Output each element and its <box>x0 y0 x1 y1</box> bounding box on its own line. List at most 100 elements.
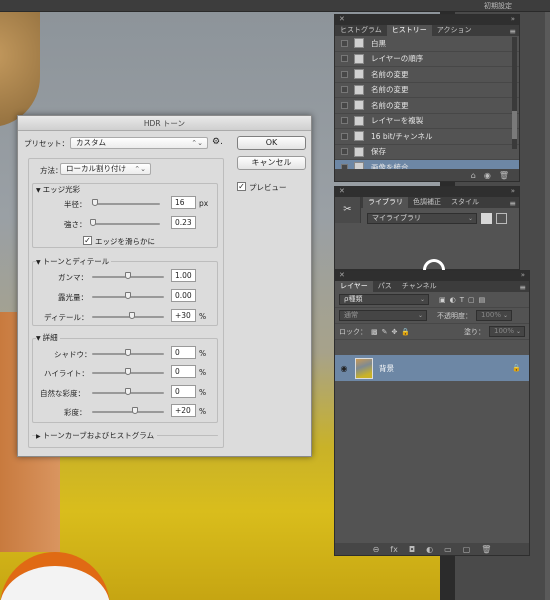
exposure-slider-knob[interactable] <box>125 292 131 299</box>
shadow-slider-knob[interactable] <box>125 349 131 356</box>
gamma-slider-knob[interactable] <box>125 272 131 279</box>
history-item[interactable]: 名前の変更 <box>335 67 519 83</box>
shadow-slider[interactable] <box>92 349 164 356</box>
panel-titlebar[interactable]: ✕ » <box>335 15 519 25</box>
history-brush-source-checkbox[interactable] <box>341 117 348 125</box>
filter-type-icon[interactable]: T <box>460 296 464 304</box>
panel-menu-icon[interactable]: ≡ <box>519 283 529 292</box>
ok-button[interactable]: OK <box>237 136 306 150</box>
new-layer-icon[interactable]: ▢ <box>463 545 471 554</box>
smooth-edges-checkbox[interactable]: ✓ <box>83 236 92 245</box>
tab-styles[interactable]: スタイル <box>446 197 484 208</box>
tone-detail-toggle[interactable]: ▼ トーンとディテール <box>36 256 112 267</box>
exposure-field[interactable]: 0.00 <box>171 289 196 302</box>
vibrance-slider[interactable] <box>92 388 164 395</box>
panel-menu-icon[interactable]: ≡ <box>509 27 519 36</box>
history-item[interactable]: 名前の変更 <box>335 83 519 98</box>
radius-field[interactable]: 16 <box>171 196 196 209</box>
history-brush-source-checkbox[interactable] <box>341 55 348 63</box>
library-dropdown[interactable]: マイライブラリ ⌄ <box>367 212 477 224</box>
gamma-slider[interactable] <box>92 272 164 279</box>
preset-gear-icon[interactable]: ⚙. <box>212 137 223 147</box>
detail-field[interactable]: +30 <box>171 309 196 322</box>
history-brush-source-checkbox[interactable] <box>341 132 348 140</box>
history-brush-source-checkbox[interactable] <box>341 148 348 156</box>
method-select[interactable]: ローカル割り付け ⌃⌄ <box>60 163 151 175</box>
panel-titlebar[interactable]: ✕ » <box>335 187 519 197</box>
adjustment-layer-icon[interactable]: ◐ <box>426 545 433 554</box>
strength-slider[interactable] <box>90 219 160 226</box>
tab-channels[interactable]: チャンネル <box>397 281 442 292</box>
preview-checkbox[interactable]: ✓ <box>237 182 246 191</box>
new-group-icon[interactable]: ▭ <box>444 545 452 554</box>
fill-field[interactable]: 100% ⌄ <box>489 326 525 337</box>
tab-adjustments[interactable]: 色調補正 <box>408 197 446 208</box>
new-document-icon[interactable]: ⌂ <box>471 171 476 180</box>
layer-row-background[interactable]: ◉ 背景 🔒 <box>335 355 529 381</box>
delete-layer-icon[interactable]: 🗑 <box>481 545 491 554</box>
list-view-icon[interactable] <box>496 212 507 224</box>
panel-titlebar[interactable]: ✕ » <box>335 271 529 281</box>
snapshot-icon[interactable]: ◉ <box>484 171 491 180</box>
shadow-field[interactable]: 0 <box>171 346 196 359</box>
tab-actions[interactable]: アクション <box>432 25 477 36</box>
filter-pixel-icon[interactable]: ▣ <box>439 296 446 304</box>
lock-transparent-icon[interactable]: ▩ <box>371 328 378 336</box>
saturation-field[interactable]: +20 <box>171 404 196 417</box>
vibrance-field[interactable]: 0 <box>171 385 196 398</box>
fx-icon[interactable]: fx <box>390 545 398 554</box>
gamma-field[interactable]: 1.00 <box>171 269 196 282</box>
saturation-slider[interactable] <box>92 407 164 414</box>
filter-adjustment-icon[interactable]: ◐ <box>450 296 456 304</box>
tab-libraries[interactable]: ライブラリ <box>363 197 408 208</box>
advanced-toggle[interactable]: ▼ 詳細 <box>36 332 60 343</box>
history-item[interactable]: 16 bit/チャンネル <box>335 129 519 145</box>
history-brush-source-checkbox[interactable] <box>341 86 348 94</box>
strength-slider-knob[interactable] <box>90 219 97 226</box>
history-brush-source-checkbox[interactable] <box>341 39 348 47</box>
grid-view-icon[interactable] <box>481 212 492 224</box>
lock-pixels-icon[interactable]: ✎ <box>382 328 388 336</box>
tab-paths[interactable]: パス <box>373 281 397 292</box>
tab-layers[interactable]: レイヤー <box>335 281 373 292</box>
history-scrollbar[interactable] <box>512 37 517 149</box>
dialog-title[interactable]: HDR トーン <box>18 116 311 131</box>
lock-all-icon[interactable]: 🔒 <box>401 328 410 336</box>
layer-name[interactable]: 背景 <box>379 363 394 374</box>
radius-slider-knob[interactable] <box>92 199 99 206</box>
link-layers-icon[interactable]: ⊖ <box>373 545 380 554</box>
detail-slider[interactable] <box>92 312 164 319</box>
cancel-button[interactable]: キャンセル <box>237 156 306 170</box>
collapse-icon[interactable]: » <box>511 15 515 23</box>
layer-mask-icon[interactable]: ◘ <box>409 545 415 554</box>
history-item[interactable]: レイヤーを複製 <box>335 114 519 129</box>
highlight-slider-knob[interactable] <box>125 368 131 375</box>
tab-history[interactable]: ヒストリー <box>386 25 432 36</box>
vibrance-slider-knob[interactable] <box>125 388 131 395</box>
close-icon[interactable]: ✕ <box>339 271 345 279</box>
highlight-field[interactable]: 0 <box>171 365 196 378</box>
filter-smart-icon[interactable]: ▤ <box>479 296 486 304</box>
close-icon[interactable]: ✕ <box>339 15 345 23</box>
history-item[interactable]: 白黒 <box>335 36 519 52</box>
visibility-eye-icon[interactable]: ◉ <box>337 364 351 373</box>
blend-mode-select[interactable]: 通常 ⌄ <box>339 310 427 321</box>
curve-histogram-toggle[interactable]: ▶ トーンカーブおよびヒストグラム <box>36 430 158 441</box>
history-brush-source-checkbox[interactable] <box>341 101 348 109</box>
filter-shape-icon[interactable]: ▢ <box>468 296 475 304</box>
tab-histogram[interactable]: ヒストグラム <box>335 25 387 36</box>
workspace-switcher[interactable]: 初期設定 <box>484 1 512 11</box>
history-item[interactable]: 保存 <box>335 145 519 160</box>
history-item[interactable]: 名前の変更 <box>335 98 519 114</box>
edge-glow-toggle[interactable]: ▼ エッジ光彩 <box>36 184 80 195</box>
saturation-slider-knob[interactable] <box>132 407 139 414</box>
trash-icon[interactable]: 🗑 <box>499 171 509 180</box>
history-brush-source-checkbox[interactable] <box>341 70 348 78</box>
highlight-slider[interactable] <box>92 368 164 375</box>
tools-icon[interactable]: ✂ <box>335 197 361 223</box>
preset-select[interactable]: カスタム ⌃⌄ <box>70 137 208 149</box>
radius-slider[interactable] <box>92 199 160 206</box>
panel-menu-icon[interactable]: ≡ <box>509 199 519 208</box>
exposure-slider[interactable] <box>92 292 164 299</box>
collapse-icon[interactable]: » <box>511 187 515 195</box>
